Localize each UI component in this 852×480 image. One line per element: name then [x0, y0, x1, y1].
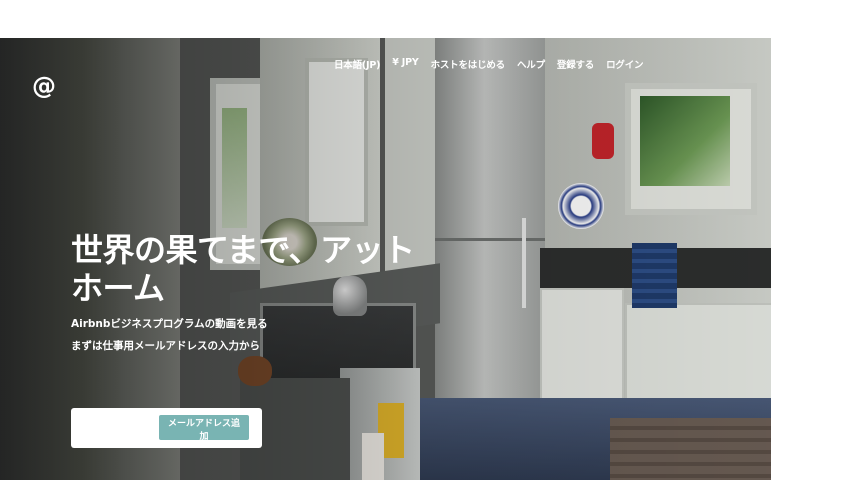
nav-become-host[interactable]: ホストをはじめる [431, 57, 506, 71]
nav-language[interactable]: 日本語(JP) [334, 57, 380, 71]
email-form: メールアドレス追加 [71, 408, 262, 448]
nav-login[interactable]: ログイン [606, 57, 643, 71]
video-link[interactable]: Airbnbビジネスプログラムの動画を見る [71, 316, 268, 331]
at-logo-icon[interactable]: @ [32, 72, 56, 100]
top-nav: 日本語(JP) ¥ JPY ホストをはじめる ヘルプ 登録する ログイン [334, 57, 643, 71]
add-email-button[interactable]: メールアドレス追加 [159, 415, 249, 442]
nav-currency[interactable]: ¥ JPY [392, 57, 418, 71]
email-prompt: まずは仕事用メールアドレスの入力から [71, 340, 260, 352]
nav-help[interactable]: ヘルプ [517, 57, 545, 71]
email-field[interactable] [75, 416, 159, 442]
hero-headline: 世界の果てまで、アットホーム [71, 231, 415, 307]
nav-signup[interactable]: 登録する [557, 57, 594, 71]
